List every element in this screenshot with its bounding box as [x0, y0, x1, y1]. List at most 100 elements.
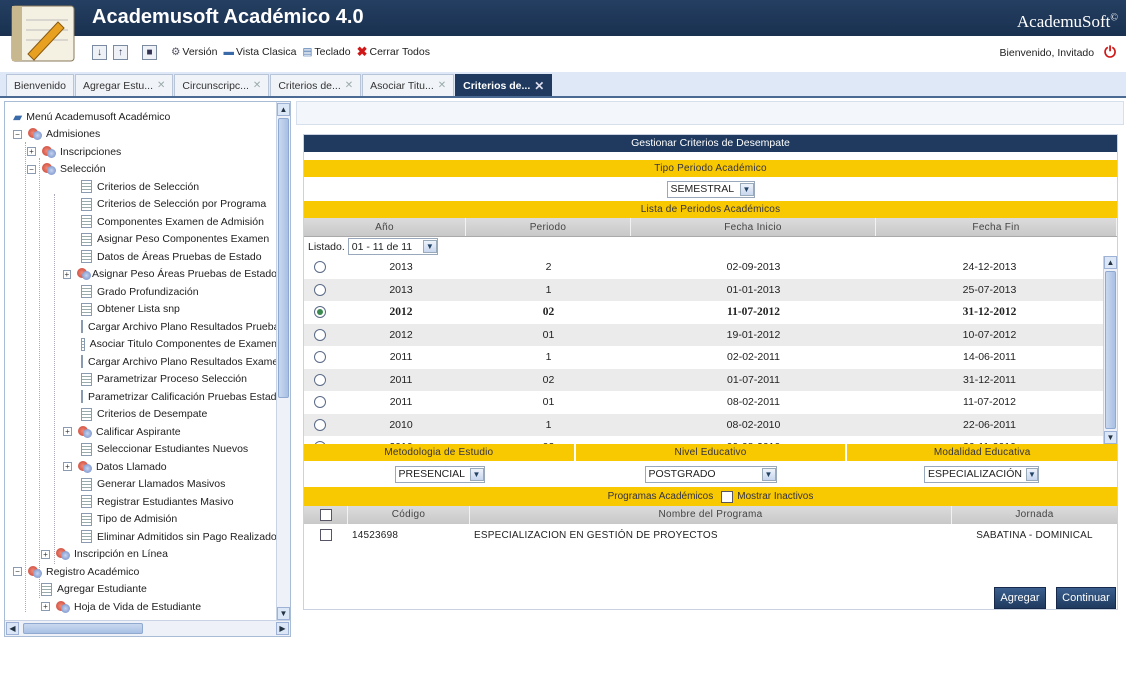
tree-item[interactable]: Criterios de Selección — [5, 178, 277, 196]
row-checkbox[interactable] — [320, 529, 332, 541]
tree-item[interactable]: Parametrizar Calificación Pruebas Estado — [5, 388, 277, 406]
agregar-button[interactable]: Agregar — [994, 587, 1046, 609]
mostrar-inactivos-toggle[interactable]: Mostrar Inactivos — [721, 490, 813, 503]
radio-button[interactable] — [314, 396, 326, 409]
listado-bar: Listado. 01 - 11 de 11 ▼ — [304, 237, 1117, 256]
table-row[interactable]: 2011 1 02-02-2011 14-06-2011 — [304, 346, 1103, 369]
expand-icon[interactable]: + — [63, 427, 72, 437]
tab-agregar-estudiante[interactable]: Agregar Estu... ✕ — [74, 74, 174, 96]
scroll-left-icon[interactable]: ◀ — [6, 622, 19, 635]
table-row[interactable]: 2012 01 19-01-2012 10-07-2012 — [304, 323, 1103, 346]
sidebar-vertical-scrollbar[interactable]: ▲ ▼ — [276, 102, 290, 621]
scroll-thumb[interactable] — [278, 118, 289, 398]
table-row[interactable]: 2011 02 01-07-2011 31-12-2011 — [304, 368, 1103, 391]
table-row[interactable]: 14523698 ESPECIALIZACION EN GESTIÓN DE P… — [304, 524, 1117, 546]
tab-circunscripcion[interactable]: Circunscripc... ✕ — [174, 74, 270, 96]
close-icon[interactable]: ✕ — [345, 80, 353, 91]
tree-seleccion[interactable]: − Selección — [5, 161, 277, 179]
tree-item[interactable]: Tipo de Admisión — [5, 511, 277, 529]
table-row[interactable]: 20100209-08-201030-11-2010 — [304, 436, 1103, 444]
tree-item[interactable]: Eliminar Admitidos sin Pago Realizado — [5, 528, 277, 546]
scroll-down-icon[interactable]: ▼ — [1104, 431, 1117, 444]
scroll-up-icon[interactable]: ▲ — [1104, 256, 1117, 269]
expand-icon[interactable]: + — [41, 602, 50, 612]
periods-scrollbar[interactable]: ▲ ▼ — [1103, 256, 1117, 444]
tree-item[interactable]: Grado Profundización — [5, 283, 277, 301]
arrow-up-button[interactable]: ↑ — [113, 44, 128, 60]
radio-button[interactable] — [314, 441, 326, 444]
tab-asociar-titulo[interactable]: Asociar Titu... ✕ — [362, 74, 455, 96]
tree-item[interactable]: Parametrizar Proceso Selección — [5, 371, 277, 389]
close-icon[interactable]: ✕ — [253, 80, 261, 91]
tab-criterios-active[interactable]: Criterios de... ✕ — [455, 74, 553, 96]
table-row[interactable]: 2010 1 08-02-2010 22-06-2011 — [304, 413, 1103, 436]
arrow-down-button[interactable]: ↓ — [92, 44, 107, 60]
table-row[interactable]: 2012 02 11-07-2012 31-12-2012 — [304, 301, 1103, 324]
collapse-icon[interactable]: − — [27, 164, 36, 174]
power-icon[interactable]: ⏻ — [1104, 44, 1116, 61]
close-icon[interactable]: ✕ — [438, 80, 446, 91]
scroll-thumb[interactable] — [1105, 271, 1116, 429]
radio-button[interactable] — [314, 328, 326, 341]
expand-icon[interactable]: + — [41, 549, 50, 559]
tree-item[interactable]: Generar Llamados Masivos — [5, 476, 277, 494]
tree-item[interactable]: Asociar Titulo Componentes de Examen — [5, 336, 277, 354]
sidebar-horizontal-scrollbar[interactable]: ◀ ▶ — [5, 620, 290, 636]
scroll-right-icon[interactable]: ▶ — [276, 622, 289, 635]
tree-item[interactable]: Obtener Lista snp — [5, 301, 277, 319]
expand-icon[interactable]: + — [63, 462, 72, 472]
table-row[interactable]: 2011 01 08-02-2011 11-07-2012 — [304, 391, 1103, 414]
nivel-select[interactable]: POSTGRADO ▼ — [644, 465, 777, 483]
close-icon[interactable]: ✕ — [157, 80, 165, 91]
modalidad-select[interactable]: ESPECIALIZACIÓN ▼ — [924, 465, 1039, 483]
listado-select[interactable]: 01 - 11 de 11 ▼ — [347, 238, 438, 255]
tree-item[interactable]: Agregar Estudiante — [5, 581, 277, 599]
metodologia-select[interactable]: PRESENCIAL ▼ — [394, 465, 485, 483]
tree-item[interactable]: Criterios de Desempate — [5, 406, 277, 424]
tree-folder[interactable]: + Inscripción en Línea — [5, 546, 277, 564]
radio-button[interactable] — [314, 283, 326, 296]
expand-icon[interactable]: + — [27, 147, 36, 157]
tree-item[interactable]: Componentes Examen de Admisión — [5, 213, 277, 231]
tree-folder[interactable]: + Calificar Aspirante — [5, 423, 277, 441]
collapse-icon[interactable]: − — [13, 567, 22, 577]
tree-item[interactable]: Registrar Estudiantes Masivo — [5, 493, 277, 511]
version-button[interactable]: ⚙ Versión — [171, 46, 217, 58]
teclado-button[interactable]: ▤ Teclado — [302, 46, 350, 58]
radio-button[interactable] — [314, 306, 326, 319]
tree-item[interactable]: Cargar Archivo Plano Resultados Pruebas — [5, 318, 277, 336]
tree-item[interactable]: Datos de Áreas Pruebas de Estado — [5, 248, 277, 266]
tree-inscripciones[interactable]: + Inscripciones — [5, 143, 277, 161]
radio-button[interactable] — [314, 373, 326, 386]
tree-item[interactable]: Asignar Peso Componentes Examen — [5, 231, 277, 249]
table-row[interactable]: 2013 2 02-09-2013 24-12-2013 — [304, 256, 1103, 279]
mostrar-inactivos-checkbox[interactable] — [721, 490, 734, 503]
continuar-button[interactable]: Continuar — [1056, 587, 1116, 609]
scroll-up-icon[interactable]: ▲ — [277, 103, 290, 116]
window-icon[interactable]: ■ — [142, 44, 157, 60]
tree-root[interactable]: ▰ Menú Academusoft Académico — [5, 108, 277, 126]
tab-bienvenido[interactable]: Bienvenido — [6, 74, 74, 96]
collapse-icon[interactable]: − — [13, 129, 22, 139]
table-row[interactable]: 2013 1 01-01-2013 25-07-2013 — [304, 278, 1103, 301]
vista-clasica-button[interactable]: ▬ Vista Clasica — [223, 46, 296, 58]
tree-item[interactable]: Criterios de Selección por Programa — [5, 196, 277, 214]
select-all-checkbox[interactable] — [319, 509, 332, 521]
scroll-thumb[interactable] — [23, 623, 143, 634]
tipo-periodo-select[interactable]: SEMESTRAL ▼ — [666, 180, 755, 198]
expand-icon[interactable]: + — [63, 269, 71, 279]
close-icon[interactable]: ✕ — [534, 79, 544, 93]
tree-item[interactable]: Cargar Archivo Plano Resultados Examen — [5, 353, 277, 371]
tree-registro-academico[interactable]: − Registro Académico — [5, 563, 277, 581]
radio-button[interactable] — [314, 261, 326, 274]
radio-button[interactable] — [314, 351, 326, 364]
tree-item[interactable]: Seleccionar Estudiantes Nuevos — [5, 441, 277, 459]
tree-folder[interactable]: + Asignar Peso Áreas Pruebas de Estado — [5, 266, 277, 284]
radio-button[interactable] — [314, 418, 326, 431]
scroll-down-icon[interactable]: ▼ — [277, 607, 290, 620]
tree-folder[interactable]: + Datos Llamado — [5, 458, 277, 476]
tree-admisiones[interactable]: − Admisiones — [5, 126, 277, 144]
cerrar-todos-button[interactable]: ✖ Cerrar Todos — [357, 44, 430, 60]
tab-criterios-1[interactable]: Criterios de... ✕ — [270, 74, 362, 96]
tree-folder[interactable]: + Hoja de Vida de Estudiante — [5, 598, 277, 616]
